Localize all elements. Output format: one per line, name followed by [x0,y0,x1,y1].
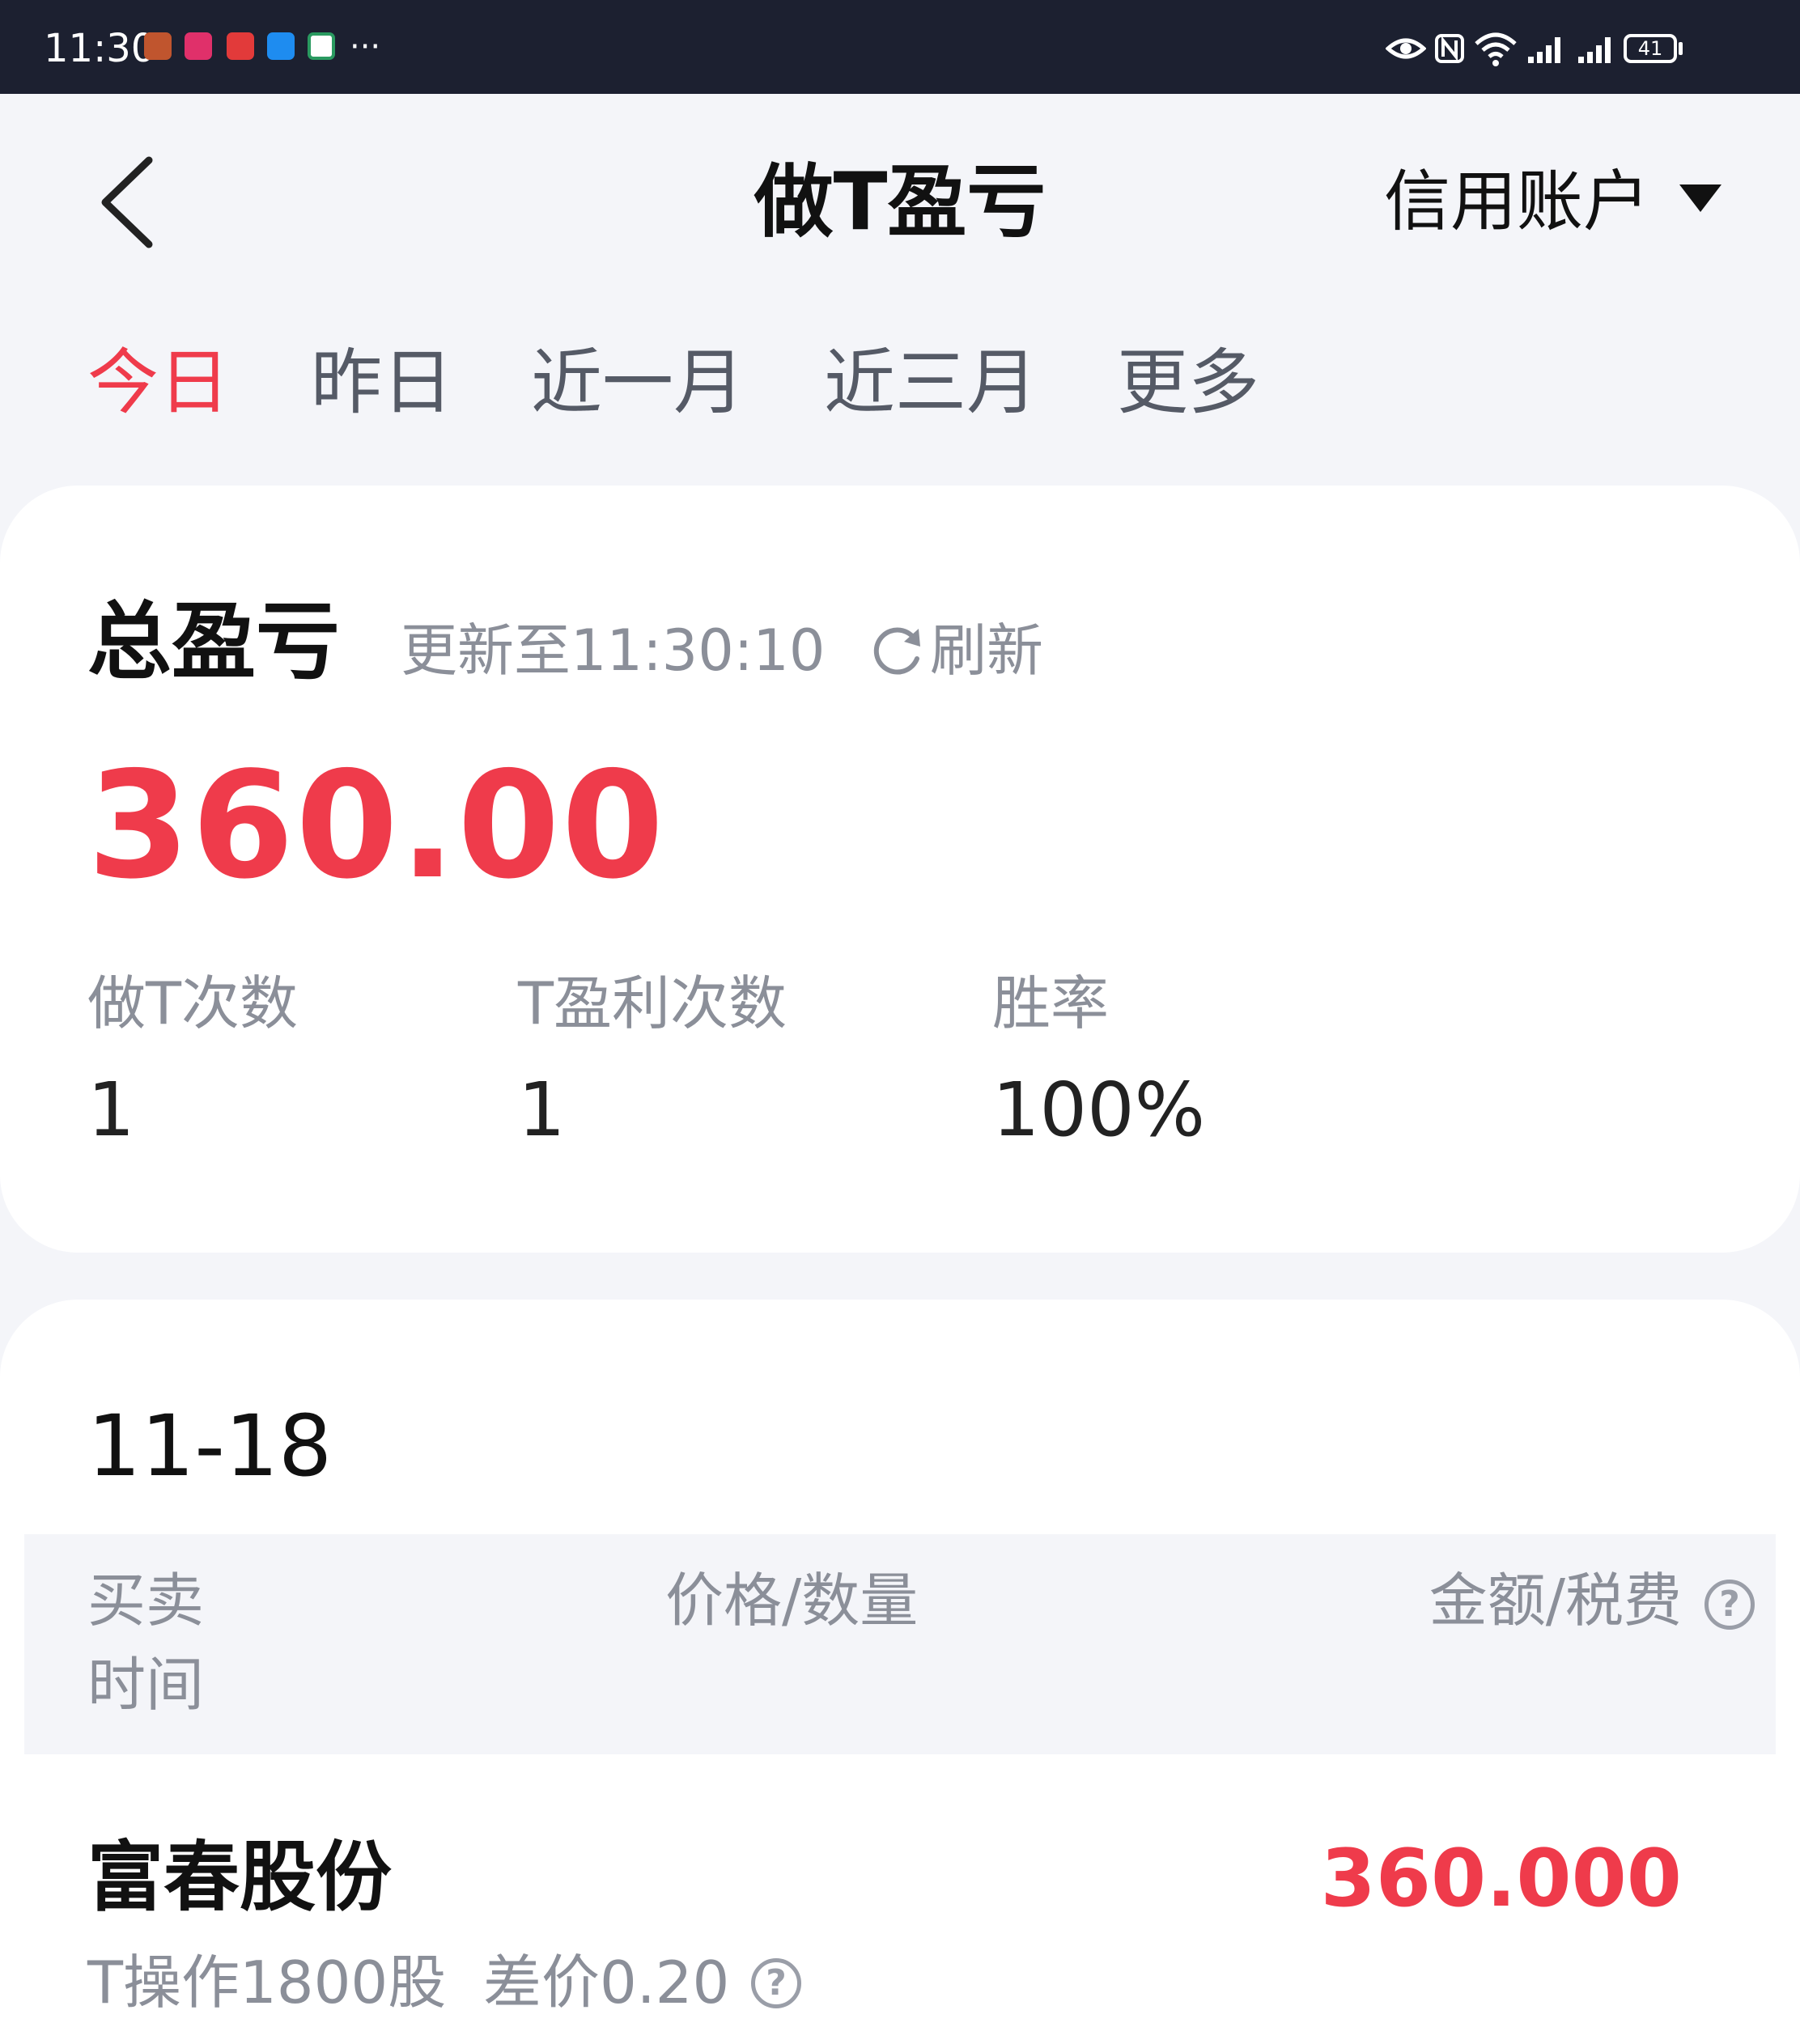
tab-today[interactable]: 今日 [87,338,230,427]
avatar-app-icon [144,32,172,60]
battery-tip [1679,42,1683,55]
update-time: 更新至11:30:10 [401,617,826,684]
signal-icon [1578,37,1611,63]
tab-more[interactable]: 更多 [1117,338,1259,427]
tab-last-three-months[interactable]: 近三月 [824,338,1038,427]
win-rate-label: 胜率 [992,969,1110,1037]
column-trade-time: 买卖时间 [87,1567,205,1719]
refresh-label: 刷新 [930,617,1043,684]
t-profit-count-label: T盈利次数 [518,969,787,1037]
help-icon[interactable]: ? [751,1958,801,2008]
t-profit-count-value: 1 [518,1067,566,1153]
refresh-button[interactable]: 刷新 [870,610,1043,691]
column-price-quantity: 价格/数量 [665,1567,919,1635]
wifi-icon [1475,32,1517,66]
ledger-app-icon [185,32,212,60]
battery-icon: 41 [1624,34,1677,63]
help-icon[interactable]: ? [1704,1580,1755,1630]
column-amount-fee: 金额/税费 [1429,1567,1682,1635]
win-rate-value: 100% [992,1067,1206,1153]
message-app-icon [267,32,295,60]
refresh-icon [873,627,920,675]
t-count-value: 1 [87,1067,135,1153]
t-count-label: 做T次数 [87,969,298,1037]
signal-icon [1528,37,1560,63]
eye-icon [1386,38,1426,59]
status-time: 11:30 [44,26,156,71]
total-pnl-value: 360.00 [87,740,666,911]
record-detail: T操作1800股 差价0.20 [87,1949,730,2016]
mail-app-icon [227,32,254,60]
caret-down-icon[interactable] [1679,184,1721,212]
nfc-icon [1435,34,1464,63]
record-date: 11-18 [87,1397,333,1495]
account-selector[interactable]: 信用账户 [1384,158,1649,247]
battery-level: 41 [1637,37,1663,60]
tab-yesterday[interactable]: 昨日 [311,338,453,427]
record-amount: 360.000 [1320,1833,1682,1925]
total-pnl-title: 总盈亏 [87,592,341,691]
tab-last-month[interactable]: 近一月 [531,338,745,427]
bank-app-icon [308,32,335,60]
more-notifications: ··· [350,28,381,66]
stock-name[interactable]: 富春股份 [87,1826,392,1931]
